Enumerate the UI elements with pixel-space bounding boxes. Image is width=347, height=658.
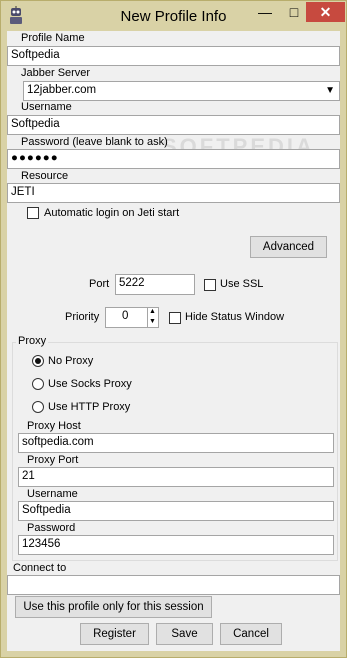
connect-to-label: Connect to bbox=[13, 562, 67, 574]
cancel-button[interactable]: Cancel bbox=[220, 623, 282, 645]
use-ssl-label: Use SSL bbox=[220, 278, 264, 290]
jabber-server-value: 12jabber.com bbox=[27, 84, 97, 96]
http-proxy-radio[interactable] bbox=[32, 401, 44, 413]
proxy-group-title: Proxy bbox=[16, 335, 49, 347]
password-label: Password (leave blank to ask) bbox=[21, 136, 168, 148]
minimize-button[interactable]: — bbox=[251, 2, 279, 22]
title-bar[interactable]: New Profile Info — □ ✕ bbox=[1, 1, 346, 31]
socks-proxy-radio[interactable] bbox=[32, 378, 44, 390]
socks-proxy-label: Use Socks Proxy bbox=[48, 378, 132, 390]
jabber-server-select[interactable]: 12jabber.com ▼ bbox=[23, 81, 340, 101]
profile-name-label: Profile Name bbox=[21, 32, 85, 44]
username-label: Username bbox=[21, 101, 72, 113]
save-button[interactable]: Save bbox=[156, 623, 213, 645]
close-button[interactable]: ✕ bbox=[306, 2, 345, 22]
proxy-port-field[interactable]: 21 bbox=[18, 467, 334, 487]
connect-to-field[interactable] bbox=[7, 575, 340, 595]
auto-login-label: Automatic login on Jeti start bbox=[44, 207, 180, 219]
advanced-button[interactable]: Advanced bbox=[250, 236, 327, 258]
hide-status-label: Hide Status Window bbox=[185, 311, 285, 323]
no-proxy-label: No Proxy bbox=[48, 355, 94, 367]
proxy-port-label: Proxy Port bbox=[27, 454, 79, 466]
spin-up-icon[interactable]: ▲ bbox=[149, 308, 156, 315]
priority-spinner[interactable]: 0 ▲ ▼ bbox=[105, 307, 159, 328]
priority-value: 0 bbox=[122, 310, 129, 322]
register-button[interactable]: Register bbox=[80, 623, 149, 645]
resource-label: Resource bbox=[21, 170, 69, 182]
profile-name-field[interactable]: Softpedia bbox=[7, 46, 340, 66]
priority-label: Priority bbox=[65, 311, 100, 323]
proxy-host-label: Proxy Host bbox=[27, 420, 81, 432]
session-only-button[interactable]: Use this profile only for this session bbox=[15, 596, 212, 618]
dialog-content: SOFTPEDIA Profile Name Softpedia Jabber … bbox=[7, 31, 340, 651]
hide-status-checkbox[interactable] bbox=[169, 312, 181, 324]
proxy-password-field[interactable]: 123456 bbox=[18, 535, 334, 555]
profile-window: New Profile Info — □ ✕ SOFTPEDIA Profile… bbox=[0, 0, 347, 658]
no-proxy-radio[interactable] bbox=[32, 355, 44, 367]
auto-login-checkbox[interactable] bbox=[27, 207, 39, 219]
chevron-down-icon[interactable]: ▼ bbox=[325, 85, 335, 96]
username-field[interactable]: Softpedia bbox=[7, 115, 340, 135]
maximize-button[interactable]: □ bbox=[280, 2, 308, 22]
jabber-server-label: Jabber Server bbox=[21, 67, 91, 79]
spin-down-icon[interactable]: ▼ bbox=[149, 318, 156, 325]
spinner-buttons[interactable]: ▲ ▼ bbox=[147, 308, 158, 327]
resource-field[interactable]: JETI bbox=[7, 183, 340, 203]
port-label: Port bbox=[89, 278, 110, 290]
proxy-username-label: Username bbox=[27, 488, 78, 500]
http-proxy-label: Use HTTP Proxy bbox=[48, 401, 131, 413]
password-field[interactable]: ●●●●●● bbox=[7, 149, 340, 169]
proxy-username-field[interactable]: Softpedia bbox=[18, 501, 334, 521]
port-field[interactable]: 5222 bbox=[115, 274, 195, 295]
proxy-password-label: Password bbox=[27, 522, 76, 534]
use-ssl-checkbox[interactable] bbox=[204, 279, 216, 291]
proxy-host-field[interactable]: softpedia.com bbox=[18, 433, 334, 453]
